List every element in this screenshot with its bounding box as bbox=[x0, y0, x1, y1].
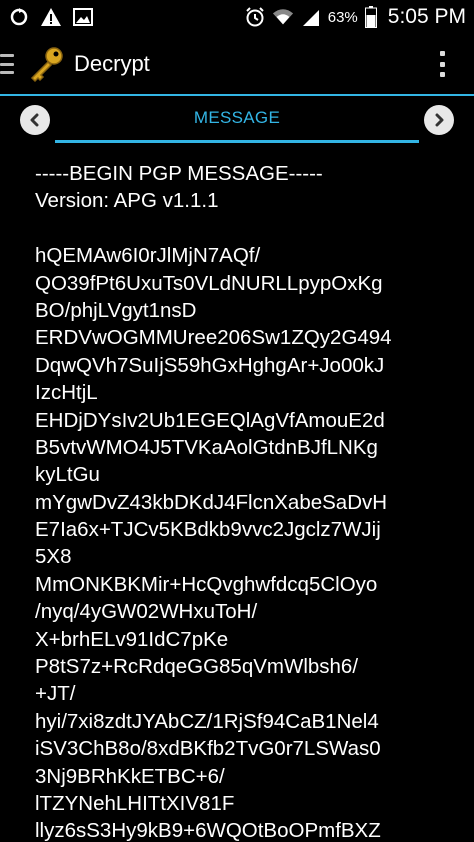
message-line: hyi/7xi8zdtJYAbCZ/1RjSf94CaB1Nel4 bbox=[35, 709, 379, 733]
message-line: Version: APG v1.1.1 bbox=[35, 189, 219, 213]
chevron-right-icon bbox=[435, 113, 444, 127]
wifi-icon bbox=[272, 6, 294, 28]
message-line: E7Ia6x+TJCv5KBdkb9vvc2Jgclz7WJij bbox=[35, 518, 381, 542]
drawer-line bbox=[0, 62, 14, 66]
message-line: X+brhELv91IdC7pKe bbox=[35, 627, 229, 651]
message-line: MmONKBKMir+HcQvghwfdcq5ClOyo bbox=[35, 572, 378, 596]
image-icon bbox=[72, 6, 94, 28]
message-line: llyz6sS3Hy9kB9+6WQOtBoOPmfBXZ bbox=[35, 819, 381, 842]
previous-page-button[interactable] bbox=[20, 105, 50, 135]
message-line: B5vtvWMO4J5TVKaAolGtdnBJfLNKg bbox=[35, 435, 378, 459]
message-line: DqwQVh7SuIjS59hGxHghgAr+Jo00kJ bbox=[35, 353, 385, 377]
signal-icon bbox=[300, 6, 322, 28]
message-line: EHDjDYsIv2Ub1EGEQlAgVfAmouE2d bbox=[35, 408, 385, 432]
message-line: 3Nj9BRhKkETBC+6/ bbox=[35, 764, 225, 788]
action-bar: Decrypt bbox=[0, 34, 474, 96]
message-line: BO/phjLVgyt1nsD bbox=[35, 298, 197, 322]
message-line: +JT/ bbox=[35, 682, 76, 706]
status-bar: 63% 5:05 PM bbox=[0, 0, 474, 34]
drawer-line bbox=[0, 54, 14, 57]
warning-icon bbox=[40, 6, 62, 28]
page-title: Decrypt bbox=[74, 51, 150, 76]
message-line: /nyq/4yGW02WHxuToH/ bbox=[35, 600, 258, 624]
message-line: iSV3ChB8o/8xdBKfb2TvG0r7LSWas0 bbox=[35, 737, 381, 761]
message-line: lTZYNehLHITtXIV81F bbox=[35, 791, 235, 815]
alarm-icon bbox=[244, 6, 266, 28]
message-line: -----BEGIN PGP MESSAGE----- bbox=[35, 162, 323, 185]
battery-percent: 63% bbox=[327, 8, 358, 26]
message-line: kyLtGu bbox=[35, 463, 100, 487]
message-line bbox=[35, 215, 474, 242]
message-line: P8tS7z+RcRdqeGG85qVmWlbsh6/ bbox=[35, 655, 359, 679]
drawer-line bbox=[0, 71, 14, 74]
message-line: ERDVwOGMMUree206Sw1ZQy2G494 bbox=[35, 326, 392, 350]
message-line: IzcHtjL bbox=[35, 381, 98, 405]
message-line: QO39fPt6UxuTs0VLdNURLLpypOxKg bbox=[35, 271, 383, 295]
tab-message-label: MESSAGE bbox=[193, 108, 281, 127]
menu-dot bbox=[439, 51, 445, 56]
menu-dot bbox=[439, 72, 445, 77]
key-icon[interactable] bbox=[26, 44, 66, 84]
overflow-menu-button[interactable] bbox=[438, 51, 446, 77]
message-line: hQEMAw6I0rJlMjN7AQf/ bbox=[35, 244, 261, 268]
clock: 5:05 PM bbox=[387, 5, 466, 28]
sync-icon bbox=[8, 6, 30, 28]
view-pager-tabs: MESSAGE bbox=[0, 96, 474, 146]
navigation-drawer-button[interactable] bbox=[0, 54, 14, 74]
decrypted-message-text[interactable]: -----BEGIN PGP MESSAGE----- Version: APG … bbox=[0, 146, 474, 842]
chevron-left-icon bbox=[30, 113, 39, 127]
next-page-button[interactable] bbox=[424, 105, 454, 135]
status-left-icons bbox=[8, 6, 94, 28]
message-line: mYgwDvZ43kbDKdJ4FlcnXabeSaDvH bbox=[35, 490, 388, 514]
tab-message[interactable]: MESSAGE bbox=[55, 96, 419, 143]
status-right-icons: 63% 5:05 PM bbox=[244, 5, 466, 29]
menu-dot bbox=[439, 61, 445, 67]
battery-icon bbox=[364, 6, 378, 28]
message-line: 5X8 bbox=[35, 545, 72, 569]
